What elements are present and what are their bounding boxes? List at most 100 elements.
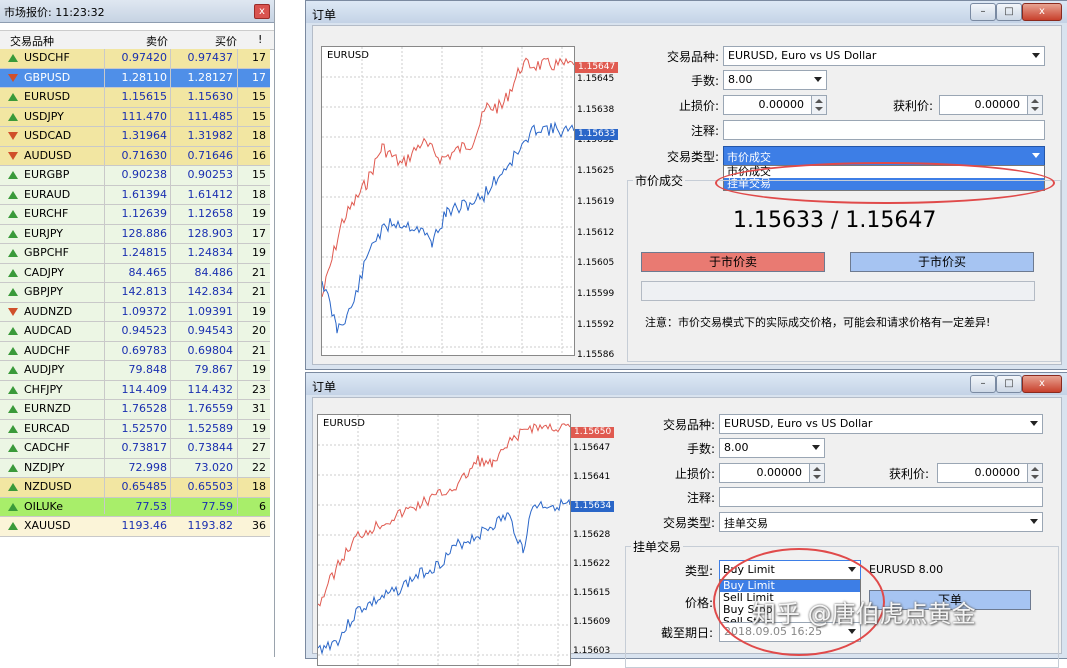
market-watch-row[interactable]: EURGBP 0.90238 0.90253 15: [0, 166, 270, 186]
maximize-icon[interactable]: □: [996, 375, 1022, 393]
row-symbol: EURAUD: [24, 187, 71, 201]
volume-select[interactable]: 8.00: [719, 438, 825, 458]
market-watch-row[interactable]: AUDCAD 0.94523 0.94543 20: [0, 322, 270, 342]
price-axis-tick: 1.15592: [577, 319, 615, 330]
market-watch-row[interactable]: EURNZD 1.76528 1.76559 31: [0, 400, 270, 420]
comment-input[interactable]: [719, 487, 1043, 507]
maximize-icon[interactable]: □: [996, 3, 1022, 21]
market-watch-row[interactable]: GBPCHF 1.24815 1.24834 19: [0, 244, 270, 264]
row-ask: 1.09391: [187, 304, 234, 318]
row-ask: 0.71646: [187, 148, 234, 162]
spinner-arrows-icon[interactable]: [811, 96, 826, 114]
spinner-arrows-icon[interactable]: [809, 464, 824, 482]
chart-plot: [322, 47, 574, 355]
comment-label: 注释:: [686, 491, 715, 505]
row-bid: 1.24815: [121, 246, 168, 259]
row-spread: 18: [252, 187, 266, 201]
arrow-up-icon: [8, 385, 18, 394]
row-spread: 19: [252, 304, 266, 318]
market-watch-row[interactable]: AUDCHF 0.69783 0.69804 21: [0, 341, 270, 361]
row-ask: 1.61412: [187, 187, 234, 201]
market-watch-row[interactable]: GBPUSD 1.28110 1.28127 17: [0, 68, 270, 88]
row-bid: 0.97420: [121, 51, 168, 64]
row-spread: 31: [252, 402, 266, 415]
market-watch-row[interactable]: AUDUSD 0.71630 0.71646 16: [0, 146, 270, 166]
buy-by-market-button[interactable]: 于市价买: [850, 252, 1034, 272]
market-execution-label: 市价成交: [633, 172, 686, 189]
market-watch-row[interactable]: USDCHF 0.97420 0.97437 17: [0, 49, 270, 69]
arrow-up-icon: [8, 171, 18, 179]
takeprofit-spinner[interactable]: 0.00000: [939, 95, 1043, 115]
arrow-up-icon: [8, 424, 18, 433]
symbol-select[interactable]: EURUSD, Euro vs US Dollar: [723, 46, 1045, 66]
market-watch-row[interactable]: CADCHF 0.73817 0.73844 27: [0, 439, 270, 459]
row-ask: 1.31982: [187, 129, 234, 142]
header-bid[interactable]: 卖价: [146, 33, 168, 49]
row-bid: 1.61394: [121, 187, 168, 201]
market-watch-row[interactable]: USDCAD 1.31964 1.31982 18: [0, 127, 270, 147]
market-watch-row[interactable]: NZDUSD 0.65485 0.65503 18: [0, 478, 270, 498]
minimize-icon[interactable]: –: [970, 375, 996, 393]
market-watch-row[interactable]: AUDNZD 1.09372 1.09391 19: [0, 302, 270, 322]
order-type-select[interactable]: 挂单交易: [719, 512, 1043, 532]
row-bid: 84.465: [128, 265, 168, 279]
market-watch-row[interactable]: XAUUSD 1193.46 1193.82 36: [0, 517, 270, 537]
arrow-up-icon: [8, 229, 18, 238]
price-axis-tick: 1.15645: [577, 74, 615, 84]
market-watch-row[interactable]: CADJPY 84.465 84.486 21: [0, 263, 270, 283]
spinner-arrows-icon[interactable]: [1027, 96, 1042, 114]
pending-type-label: 类型:: [684, 564, 713, 578]
market-watch-titlebar: 市场报价: 11:23:32 x: [0, 0, 274, 23]
market-watch-row[interactable]: EURCAD 1.52570 1.52589 19: [0, 419, 270, 439]
takeprofit-spinner[interactable]: 0.00000: [937, 463, 1043, 483]
row-bid: 0.73817: [121, 441, 168, 454]
comment-input[interactable]: [723, 120, 1045, 140]
row-symbol: XAUUSD: [24, 519, 71, 532]
stoploss-spinner[interactable]: 0.00000: [719, 463, 825, 483]
header-symbol[interactable]: 交易品种: [10, 33, 54, 49]
ask-price-tag: 1.15650: [571, 427, 615, 438]
spinner-arrows-icon[interactable]: [1027, 464, 1042, 482]
row-bid: 0.71630: [121, 148, 168, 162]
minimize-icon[interactable]: –: [970, 3, 996, 21]
market-watch-row[interactable]: AUDJPY 79.848 79.867 19: [0, 361, 270, 381]
bid-ask-price: 1.15633 / 1.15647: [733, 208, 937, 233]
arrow-up-icon: [8, 93, 18, 101]
close-icon[interactable]: x: [254, 4, 270, 19]
chart-plot: [318, 415, 570, 665]
market-watch-row[interactable]: CHFJPY 114.409 114.432 23: [0, 380, 270, 400]
row-bid: 1.31964: [121, 129, 168, 142]
row-bid: 0.90238: [121, 168, 168, 181]
stoploss-spinner[interactable]: 0.00000: [723, 95, 827, 115]
volume-select[interactable]: 8.00: [723, 70, 827, 90]
market-watch-row[interactable]: EURCHF 1.12639 1.12658 19: [0, 205, 270, 225]
market-watch-row[interactable]: EURUSD 1.15615 1.15630 15: [0, 88, 270, 108]
header-ask[interactable]: 买价: [215, 33, 237, 49]
row-symbol: GBPJPY: [24, 285, 64, 298]
market-watch-row[interactable]: GBPJPY 142.813 142.834 21: [0, 283, 270, 303]
row-spread: 20: [252, 324, 266, 337]
volume-value: 8.00: [728, 73, 753, 86]
pending-order-label: 挂单交易: [631, 538, 684, 555]
row-ask: 1.15630: [187, 90, 234, 103]
row-symbol: USDJPY: [24, 109, 64, 123]
market-watch-row[interactable]: OILUKe 77.53 77.59 6: [0, 497, 270, 517]
sell-by-market-button[interactable]: 于市价卖: [641, 252, 825, 272]
close-icon[interactable]: x: [1022, 3, 1062, 21]
row-spread: 19: [252, 246, 266, 259]
arrow-down-icon: [8, 132, 18, 140]
market-watch-row[interactable]: NZDJPY 72.998 73.020 22: [0, 458, 270, 478]
market-watch-row[interactable]: USDJPY 111.470 111.485 15: [0, 107, 270, 127]
price-axis-tick: 1.15647: [573, 443, 611, 453]
symbol-select[interactable]: EURUSD, Euro vs US Dollar: [719, 414, 1043, 434]
arrow-up-icon: [8, 112, 18, 121]
row-symbol: EURCAD: [24, 421, 70, 435]
order-window-titlebar: 订单 – □ x: [306, 1, 1067, 23]
close-icon[interactable]: x: [1022, 375, 1062, 393]
market-watch-row[interactable]: EURAUD 1.61394 1.61412 18: [0, 185, 270, 205]
header-spread[interactable]: !: [258, 33, 262, 46]
market-watch-row[interactable]: EURJPY 128.886 128.903 17: [0, 224, 270, 244]
row-ask: 0.94543: [187, 324, 234, 337]
row-bid: 1.12639: [121, 207, 168, 220]
row-spread: 19: [252, 207, 266, 220]
